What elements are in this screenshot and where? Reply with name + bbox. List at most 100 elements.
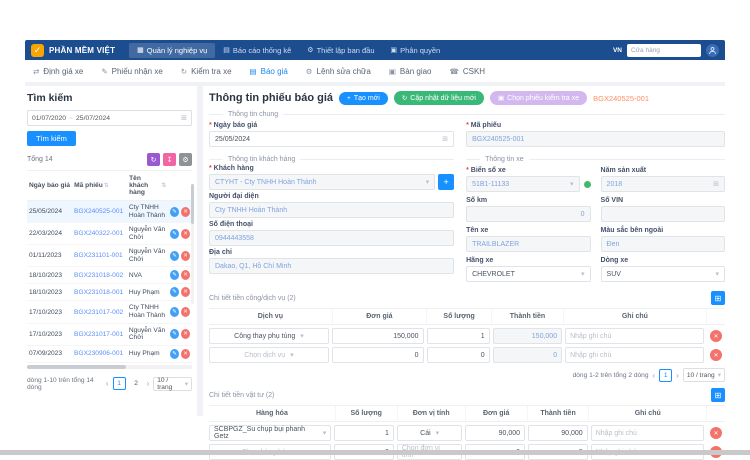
date-range-picker[interactable]: 01/07/2020 ~ 25/07/2024 ⊞: [27, 110, 192, 126]
table-row[interactable]: 01/11/2023 BGX231101-001 Nguyễn Văn Chởi…: [27, 245, 192, 267]
row-delete-button[interactable]: ✕: [181, 307, 190, 317]
date-from-value[interactable]: 01/07/2020: [32, 115, 66, 122]
download-icon: ↧: [167, 156, 173, 164]
service-total-cell: 150,000: [493, 328, 562, 344]
parts-price-input[interactable]: 90,000: [465, 425, 525, 441]
edit-icon: ✎: [172, 331, 177, 337]
quote-date-input[interactable]: 25/05/2024 ⊞: [209, 131, 454, 147]
choose-inspection-button[interactable]: ▣ Chọn phiếu kiểm tra xe: [490, 91, 587, 105]
add-customer-button[interactable]: +: [438, 174, 454, 190]
parts-item-select[interactable]: SCBPGZ_Su chụp bụi phanh Getz▾: [209, 425, 331, 441]
export-button[interactable]: ↧: [163, 153, 176, 166]
tab-ban-giao[interactable]: ▣ Bàn giao: [389, 67, 432, 76]
parts-note-input[interactable]: Nhập ghi chú: [591, 425, 704, 441]
refresh-button[interactable]: ↻: [147, 153, 160, 166]
table-row[interactable]: 18/10/2023 BGX231018-001 Huy Phạm ✎✕: [27, 284, 192, 301]
language-label[interactable]: VN: [613, 47, 622, 54]
date-to-value[interactable]: 25/07/2024: [76, 115, 110, 122]
row-edit-button[interactable]: ✎: [170, 349, 179, 359]
add-table-icon: ⊞: [715, 391, 722, 400]
brand-select[interactable]: CHEVROLET ▾: [466, 266, 590, 282]
delete-icon: ✕: [183, 351, 188, 357]
customer-select[interactable]: CTYHT - Cty TNHH Hoàn Thành ▾: [209, 174, 435, 190]
car-name-input: TRAILBLAZER: [466, 236, 590, 252]
row-delete-button[interactable]: ✕: [181, 329, 190, 339]
tab-lenh-sua-chua[interactable]: ⚙ Lệnh sửa chữa: [306, 67, 371, 76]
table-row[interactable]: 25/05/2024 BGX240525-001 Cty TNHH Hoàn T…: [27, 201, 192, 223]
table-row[interactable]: 17/10/2023 BGX231017-002 Cty TNHH Hoàn T…: [27, 301, 192, 323]
table-row[interactable]: 17/10/2023 BGX231017-001 Nguyễn Văn Chởi…: [27, 324, 192, 346]
row-delete-button[interactable]: ✕: [181, 349, 190, 359]
menu-item-permissions[interactable]: ▣ Phân quyền: [383, 43, 449, 58]
service-note-input[interactable]: Nhập ghi chú: [565, 347, 704, 363]
search-button[interactable]: Tìm kiếm: [27, 131, 76, 146]
table-row[interactable]: 07/09/2023 BGX230906-001 Huy Phạm ✎✕: [27, 346, 192, 363]
parts-row-delete-button[interactable]: ✕: [710, 427, 722, 439]
page-size-select[interactable]: 10 / trang ▾: [153, 377, 192, 391]
tab-dinh-gia-xe[interactable]: ⇄ Định giá xe: [33, 67, 83, 76]
prev-page-button[interactable]: ‹: [106, 379, 109, 388]
service-note-input[interactable]: Nhập ghi chú: [565, 328, 704, 344]
menu-item-setup[interactable]: ⚙ Thiết lập ban đầu: [299, 43, 382, 58]
create-new-button[interactable]: + Tạo mới: [339, 92, 388, 105]
update-data-button[interactable]: ↻ Cập nhật dữ liệu mới: [394, 91, 484, 105]
plate-select[interactable]: 51B1-11133 ▾: [466, 176, 579, 192]
row-delete-button[interactable]: ✕: [181, 270, 190, 280]
tab-bao-gia[interactable]: ▤ Báo giá: [250, 67, 288, 76]
service-row-delete-button[interactable]: ✕: [710, 330, 722, 342]
table-row[interactable]: 18/10/2023 BGX231018-002 NVA ✎✕: [27, 267, 192, 284]
col-date-header: Ngày báo giá: [29, 182, 70, 189]
service-price-input[interactable]: 150,000: [332, 328, 424, 344]
col-code-header: Mã phiếu: [74, 182, 103, 189]
tab-kiem-tra-xe[interactable]: ↻ Kiểm tra xe: [181, 67, 232, 76]
row-edit-button[interactable]: ✎: [170, 307, 179, 317]
parts-add-row-button[interactable]: ⊞: [711, 388, 725, 402]
row-edit-button[interactable]: ✎: [170, 229, 179, 239]
row-edit-button[interactable]: ✎: [170, 270, 179, 280]
edit-icon: ✎: [172, 272, 177, 278]
next-page-button[interactable]: ›: [147, 379, 150, 388]
service-add-row-button[interactable]: ⊞: [711, 291, 725, 305]
service-table-header: Dịch vụ Đơn giá Số lượng Thành tiền Ghi …: [209, 308, 725, 325]
prev-page-button[interactable]: ‹: [652, 371, 655, 380]
menu-item-business[interactable]: ▦ Quản lý nghiệp vụ: [129, 43, 215, 58]
next-page-button[interactable]: ›: [676, 371, 679, 380]
row-delete-button[interactable]: ✕: [181, 251, 190, 261]
table-row[interactable]: 22/03/2024 BGX240322-001 Nguyễn Văn Chởi…: [27, 223, 192, 245]
tab-cskh[interactable]: ☎ CSKH: [450, 67, 486, 76]
delete-icon: ✕: [713, 333, 718, 340]
page-1-button[interactable]: 1: [659, 369, 672, 382]
row-delete-button[interactable]: ✕: [181, 287, 190, 297]
row-edit-button[interactable]: ✎: [170, 207, 179, 217]
settings-button[interactable]: ⚙: [179, 153, 192, 166]
service-row-delete-button[interactable]: ✕: [710, 349, 722, 361]
horizontal-scrollbar[interactable]: [27, 365, 192, 369]
row-delete-button[interactable]: ✕: [181, 229, 190, 239]
box-icon: ▣: [498, 94, 504, 102]
service-qty-input[interactable]: 0: [427, 347, 490, 363]
user-avatar[interactable]: [706, 44, 719, 57]
model-select[interactable]: SUV ▾: [601, 266, 725, 282]
row-delete-button[interactable]: ✕: [181, 207, 190, 217]
vertical-scrollbar[interactable]: [191, 184, 194, 304]
row-edit-button[interactable]: ✎: [170, 329, 179, 339]
page-size-select[interactable]: 10 / trang ▾: [683, 368, 725, 382]
service-price-input[interactable]: 0: [332, 347, 424, 363]
page-2-button[interactable]: 2: [130, 377, 143, 390]
store-search-input[interactable]: [627, 44, 701, 57]
page-1-button[interactable]: 1: [113, 377, 126, 390]
parts-unit-select[interactable]: Cái▾: [397, 425, 463, 441]
color-field-label: Màu sắc bên ngoài: [601, 227, 725, 234]
tab-phieu-nhan-xe[interactable]: ✎ Phiếu nhận xe: [101, 67, 162, 76]
row-edit-button[interactable]: ✎: [170, 287, 179, 297]
row-edit-button[interactable]: ✎: [170, 251, 179, 261]
reference-code: BGX240525-001: [593, 94, 649, 103]
service-select[interactable]: Chọn dịch vụ▾: [209, 347, 329, 363]
service-select[interactable]: Công thay phụ tùng▾: [209, 328, 329, 344]
service-qty-input[interactable]: 1: [427, 328, 490, 344]
menu-item-reports[interactable]: ▤ Báo cáo thống kê: [215, 43, 299, 58]
parts-total-cell: 90,000: [528, 425, 588, 441]
parts-qty-input[interactable]: 1: [334, 425, 394, 441]
representative-input: Cty TNHH Hoàn Thành: [209, 202, 454, 218]
chevron-down-icon: ▾: [718, 371, 721, 379]
